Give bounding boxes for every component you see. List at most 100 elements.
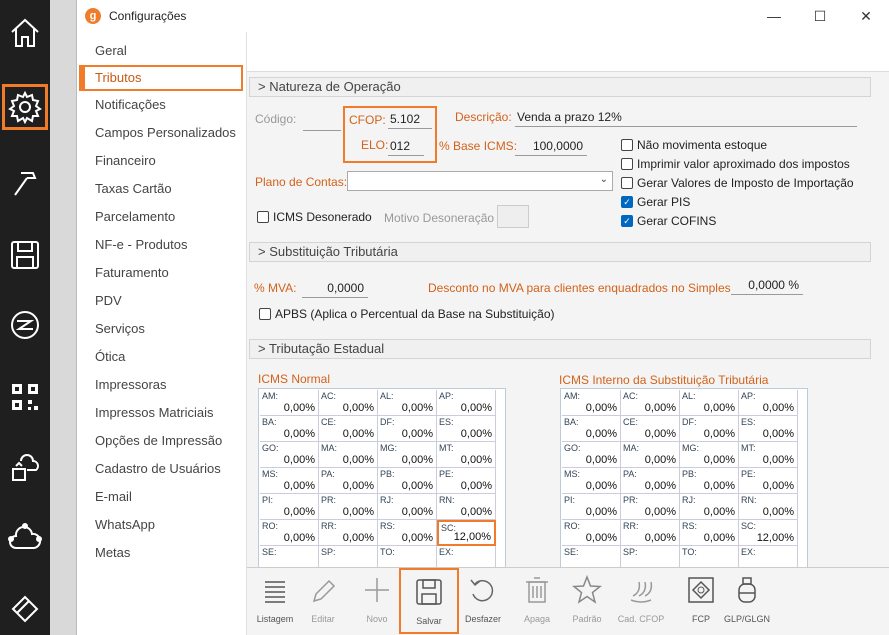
apbs-checkbox[interactable]: APBS (Aplica o Percentual da Base na Sub… (259, 307, 555, 321)
uf-cell-rj[interactable]: RJ: 0,00% (680, 494, 739, 520)
uf-cell-pb[interactable]: PB: 0,00% (378, 468, 437, 494)
uf-cell-to[interactable]: TO: (378, 546, 437, 567)
uf-cell-ap[interactable]: AP: 0,00% (437, 390, 496, 416)
gear-icon[interactable] (2, 84, 48, 130)
cad-cfop-button[interactable]: Cad. CFOP (615, 568, 667, 634)
nav-item-notifica-es[interactable]: Notificações (77, 91, 246, 119)
icms-desonerado-checkbox[interactable]: ICMS Desonerado (257, 210, 372, 224)
nav-item-impressoras[interactable]: Impressoras (77, 371, 246, 399)
uf-cell-ms[interactable]: MS: 0,00% (562, 468, 621, 494)
uf-cell-rj[interactable]: RJ: 0,00% (378, 494, 437, 520)
uf-cell-es[interactable]: ES: 0,00% (437, 416, 496, 442)
uf-cell-rn[interactable]: RN: 0,00% (437, 494, 496, 520)
salvar-button[interactable]: Salvar (399, 568, 459, 634)
uf-cell-pa[interactable]: PA: 0,00% (621, 468, 680, 494)
close-button[interactable]: ✕ (843, 0, 889, 32)
nav-item-tributos[interactable]: Tributos (79, 65, 243, 91)
qr-code-icon[interactable] (0, 372, 50, 422)
uf-cell-ro[interactable]: RO: 0,00% (562, 520, 621, 546)
check-imprimir-valor-aproximado-dos-impostos[interactable]: Imprimir valor aproximado dos impostos (621, 157, 850, 171)
uf-cell-al[interactable]: AL: 0,00% (680, 390, 739, 416)
base-icms-field[interactable]: 100,0000 (515, 136, 587, 156)
plano-contas-select[interactable]: ⌄ (347, 171, 613, 191)
uf-cell-am[interactable]: AM: 0,00% (562, 390, 621, 416)
network-cloud-icon[interactable] (0, 514, 50, 564)
nav-item--tica[interactable]: Ótica (77, 343, 246, 371)
uf-cell-rr[interactable]: RR: 0,00% (621, 520, 680, 546)
uf-cell-pa[interactable]: PA: 0,00% (319, 468, 378, 494)
section-substituicao[interactable]: > Substituição Tributária (249, 242, 871, 262)
descricao-field[interactable]: Venda a prazo 12% (515, 107, 857, 127)
uf-cell-to[interactable]: TO: (680, 546, 739, 567)
editar-button[interactable]: Editar (297, 568, 349, 634)
cfop-field[interactable]: 5.102 (388, 109, 432, 129)
nav-item-taxas-cart-o[interactable]: Taxas Cartão (77, 175, 246, 203)
nav-item-whatsapp[interactable]: WhatsApp (77, 511, 246, 539)
uf-cell-ce[interactable]: CE: 0,00% (319, 416, 378, 442)
cloud-sync-icon[interactable] (0, 442, 50, 492)
save-icon[interactable] (0, 230, 50, 280)
nav-item-nf-e-produtos[interactable]: NF-e - Produtos (77, 231, 246, 259)
uf-cell-ma[interactable]: MA: 0,00% (621, 442, 680, 468)
uf-cell-ba[interactable]: BA: 0,00% (260, 416, 319, 442)
home-icon[interactable] (0, 8, 50, 58)
uf-cell-df[interactable]: DF: 0,00% (378, 416, 437, 442)
nav-item-financeiro[interactable]: Financeiro (77, 147, 246, 175)
desfazer-button[interactable]: Desfazer (457, 568, 509, 634)
desconto-mva-field[interactable]: 0,0000 % (731, 275, 803, 295)
padr-o-button[interactable]: Padrão (561, 568, 613, 634)
uf-cell-rr[interactable]: RR: 0,00% (319, 520, 378, 546)
uf-cell-ro[interactable]: RO: 0,00% (260, 520, 319, 546)
section-natureza[interactable]: > Natureza de Operação (249, 77, 871, 97)
check-gerar-pis[interactable]: ✓ Gerar PIS (621, 195, 690, 209)
uf-cell-ms[interactable]: MS: 0,00% (260, 468, 319, 494)
uf-cell-ma[interactable]: MA: 0,00% (319, 442, 378, 468)
uf-cell-ap[interactable]: AP: 0,00% (739, 390, 798, 416)
uf-cell-mg[interactable]: MG: 0,00% (680, 442, 739, 468)
nav-item-op-es-de-impress-o[interactable]: Opções de Impressão (77, 427, 246, 455)
minimize-button[interactable]: — (751, 0, 797, 32)
uf-cell-pr[interactable]: PR: 0,00% (621, 494, 680, 520)
uf-cell-sc[interactable]: SC: 12,00% (437, 520, 496, 546)
uf-cell-pb[interactable]: PB: 0,00% (680, 468, 739, 494)
uf-cell-sp[interactable]: SP: (319, 546, 378, 567)
uf-cell-se[interactable]: SE: (260, 546, 319, 567)
check-gerar-cofins[interactable]: ✓ Gerar COFINS (621, 214, 716, 228)
uf-cell-se[interactable]: SE: (562, 546, 621, 567)
novo-button[interactable]: Novo (351, 568, 403, 634)
uf-cell-go[interactable]: GO: 0,00% (562, 442, 621, 468)
hammer-icon[interactable] (0, 158, 50, 208)
nav-item-faturamento[interactable]: Faturamento (77, 259, 246, 287)
uf-cell-rn[interactable]: RN: 0,00% (739, 494, 798, 520)
uf-cell-pr[interactable]: PR: 0,00% (319, 494, 378, 520)
uf-cell-mt[interactable]: MT: 0,00% (739, 442, 798, 468)
uf-cell-sc[interactable]: SC: 12,00% (739, 520, 798, 546)
uf-cell-ex[interactable]: EX: (437, 546, 496, 567)
motivo-desoneracao-field[interactable] (497, 205, 529, 228)
uf-cell-pi[interactable]: PI: 0,00% (260, 494, 319, 520)
codigo-field[interactable] (303, 111, 341, 131)
uf-cell-ex[interactable]: EX: (739, 546, 798, 567)
nav-item-impressos-matriciais[interactable]: Impressos Matriciais (77, 399, 246, 427)
fcp-button[interactable]: FCP (675, 568, 727, 634)
uf-cell-pi[interactable]: PI: 0,00% (562, 494, 621, 520)
glp-glgn-button[interactable]: GLP/GLGN (721, 568, 773, 634)
nav-item-pdv[interactable]: PDV (77, 287, 246, 315)
mva-field[interactable]: 0,0000 (302, 278, 368, 298)
check-gerar-valores-de-imposto-de-importa-o[interactable]: Gerar Valores de Imposto de Importação (621, 176, 854, 190)
listagem-button[interactable]: Listagem (249, 568, 301, 634)
nav-item-metas[interactable]: Metas (77, 539, 246, 567)
uf-cell-ac[interactable]: AC: 0,00% (319, 390, 378, 416)
elo-field[interactable]: 012 (388, 136, 424, 156)
brand-icon[interactable] (0, 300, 50, 350)
uf-cell-mt[interactable]: MT: 0,00% (437, 442, 496, 468)
uf-cell-es[interactable]: ES: 0,00% (739, 416, 798, 442)
apaga-button[interactable]: Apaga (511, 568, 563, 634)
uf-cell-pe[interactable]: PE: 0,00% (739, 468, 798, 494)
nav-item-campos-personalizados[interactable]: Campos Personalizados (77, 119, 246, 147)
uf-cell-ac[interactable]: AC: 0,00% (621, 390, 680, 416)
nav-item-e-mail[interactable]: E-mail (77, 483, 246, 511)
uf-cell-mg[interactable]: MG: 0,00% (378, 442, 437, 468)
nav-item-geral[interactable]: Geral (77, 37, 246, 65)
maximize-button[interactable]: ☐ (797, 0, 843, 32)
